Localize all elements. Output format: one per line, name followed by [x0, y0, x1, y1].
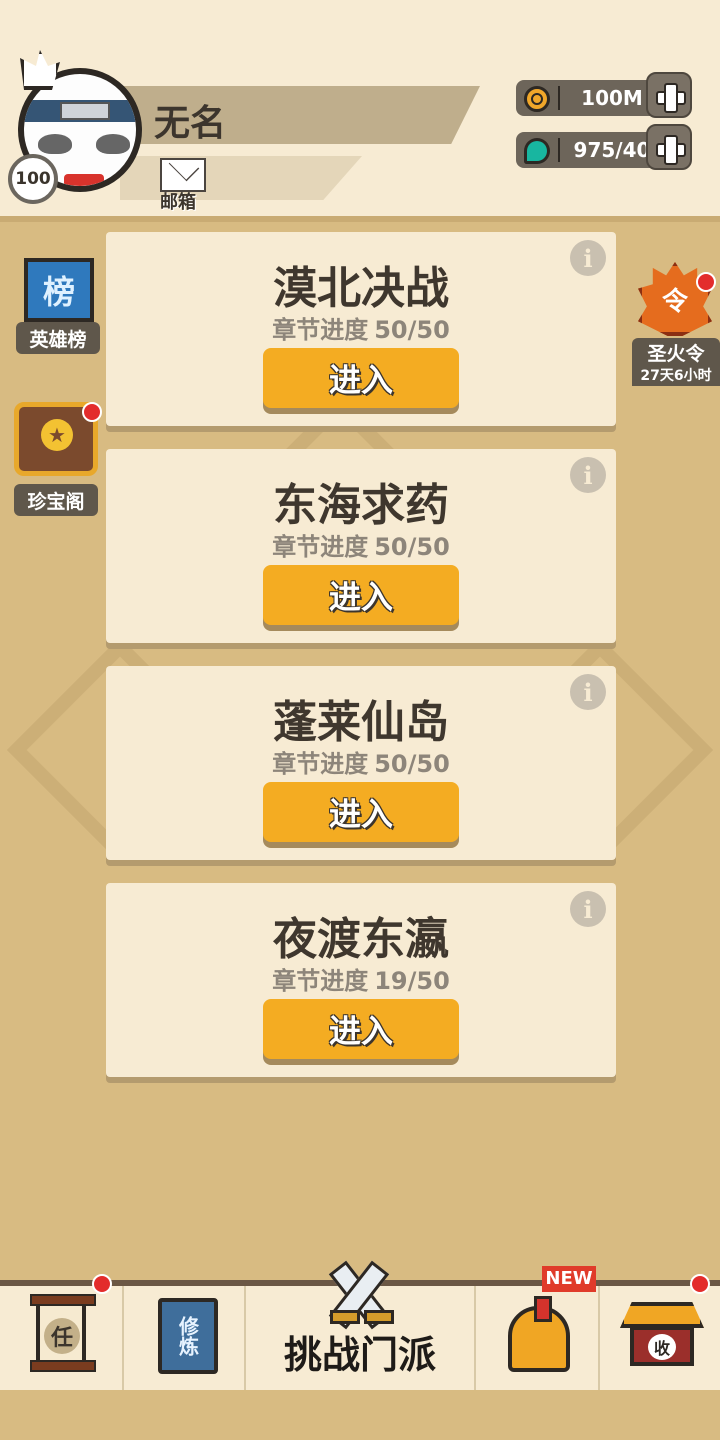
coin-separator	[558, 86, 560, 110]
enter-button[interactable]: 进入	[263, 565, 459, 625]
chapter-card: i 夜渡东瀛 章节进度 19/50 进入	[106, 883, 616, 1077]
gem-resource: 975/40	[516, 124, 692, 170]
helmet-icon	[508, 1296, 570, 1372]
notification-dot	[696, 272, 716, 292]
chapter-progress-label: 章节进度	[272, 750, 369, 778]
hilt-left	[330, 1310, 360, 1324]
notification-dot	[92, 1274, 112, 1294]
challenge-sect-label: 挑战门派	[283, 1333, 436, 1377]
avatar-eye-left	[38, 134, 72, 154]
avatar[interactable]: 100	[8, 50, 154, 204]
new-badge: NEW	[542, 1266, 596, 1292]
mail-label: 邮箱	[160, 192, 196, 213]
treasure-pavilion-label: 珍宝阁	[14, 484, 98, 516]
chapter-card: i 东海求药 章节进度 50/50 进入	[106, 449, 616, 643]
top-header: 100 无名 邮箱 100M 975/40	[0, 0, 720, 222]
house-roof	[620, 1302, 704, 1328]
chapter-progress-value: 50/50	[374, 750, 450, 778]
nav-equipment[interactable]	[476, 1286, 600, 1390]
chapter-progress-label: 章节进度	[272, 967, 369, 995]
banner-icon: 榜	[24, 258, 94, 322]
chapter-progress-value: 50/50	[374, 533, 450, 561]
bottom-nav: 任 修炼 挑战门派 收	[0, 1260, 720, 1390]
chapter-title: 蓬莱仙岛	[273, 697, 449, 748]
collect-char: 收	[648, 1334, 676, 1360]
swords-icon	[320, 1260, 400, 1330]
book-icon: 修炼	[158, 1298, 218, 1374]
task-char: 任	[44, 1318, 80, 1354]
hero-ranking-label: 英雄榜	[16, 322, 100, 354]
chapter-title: 漠北决战	[273, 263, 449, 314]
house-walls: 收	[630, 1326, 694, 1366]
house-icon: 收	[620, 1302, 704, 1372]
enter-button[interactable]: 进入	[263, 348, 459, 408]
mail-icon	[160, 158, 206, 192]
enter-button[interactable]: 进入	[263, 999, 459, 1059]
gem-icon	[524, 138, 550, 164]
holy-fire-token-button[interactable]: 令 圣火令 27天6小时	[632, 262, 720, 386]
nav-collect[interactable]: 收	[600, 1274, 720, 1390]
chapter-progress: 章节进度 50/50	[106, 527, 616, 562]
chapter-progress-label: 章节进度	[272, 316, 369, 344]
avatar-scarf	[64, 174, 104, 186]
chapter-progress-label: 章节进度	[272, 533, 369, 561]
chapter-card: i 漠北决战 章节进度 50/50 进入	[106, 232, 616, 426]
headband-plate	[60, 102, 110, 120]
holy-fire-token-timer: 27天6小时	[632, 366, 720, 386]
nav-tasks[interactable]: 任	[0, 1274, 124, 1390]
avatar-eye-right	[96, 134, 130, 154]
level-badge: 100	[8, 154, 58, 204]
holy-fire-token-label: 圣火令	[632, 338, 720, 366]
add-coins-button[interactable]	[646, 72, 692, 118]
chapter-progress-value: 19/50	[374, 967, 450, 995]
nav-training[interactable]: 修炼	[124, 1286, 246, 1390]
scroll-icon: 任	[30, 1294, 96, 1372]
add-gems-button[interactable]	[646, 124, 692, 170]
notification-dot	[82, 402, 102, 422]
player-name[interactable]: 无名	[154, 94, 226, 146]
chapter-title: 夜渡东瀛	[273, 914, 449, 965]
coin-resource: 100M	[516, 72, 692, 118]
chapter-progress: 章节进度 19/50	[106, 961, 616, 996]
chapter-progress-value: 50/50	[374, 316, 450, 344]
notification-dot	[690, 1274, 710, 1294]
hilt-right	[364, 1310, 394, 1324]
chapter-progress: 章节进度 50/50	[106, 310, 616, 345]
chapter-title: 东海求药	[273, 480, 449, 531]
chapter-card: i 蓬莱仙岛 章节进度 50/50 进入	[106, 666, 616, 860]
chapter-progress: 章节进度 50/50	[106, 744, 616, 779]
coin-icon	[524, 86, 550, 112]
gem-separator	[558, 138, 560, 162]
treasure-pavilion-button[interactable]: 珍宝阁	[14, 402, 104, 518]
nav-challenge-sect[interactable]: 挑战门派	[246, 1260, 476, 1390]
hero-ranking-button[interactable]: 榜 英雄榜	[16, 258, 106, 358]
enter-button[interactable]: 进入	[263, 782, 459, 842]
mail-button[interactable]: 邮箱	[156, 158, 212, 214]
